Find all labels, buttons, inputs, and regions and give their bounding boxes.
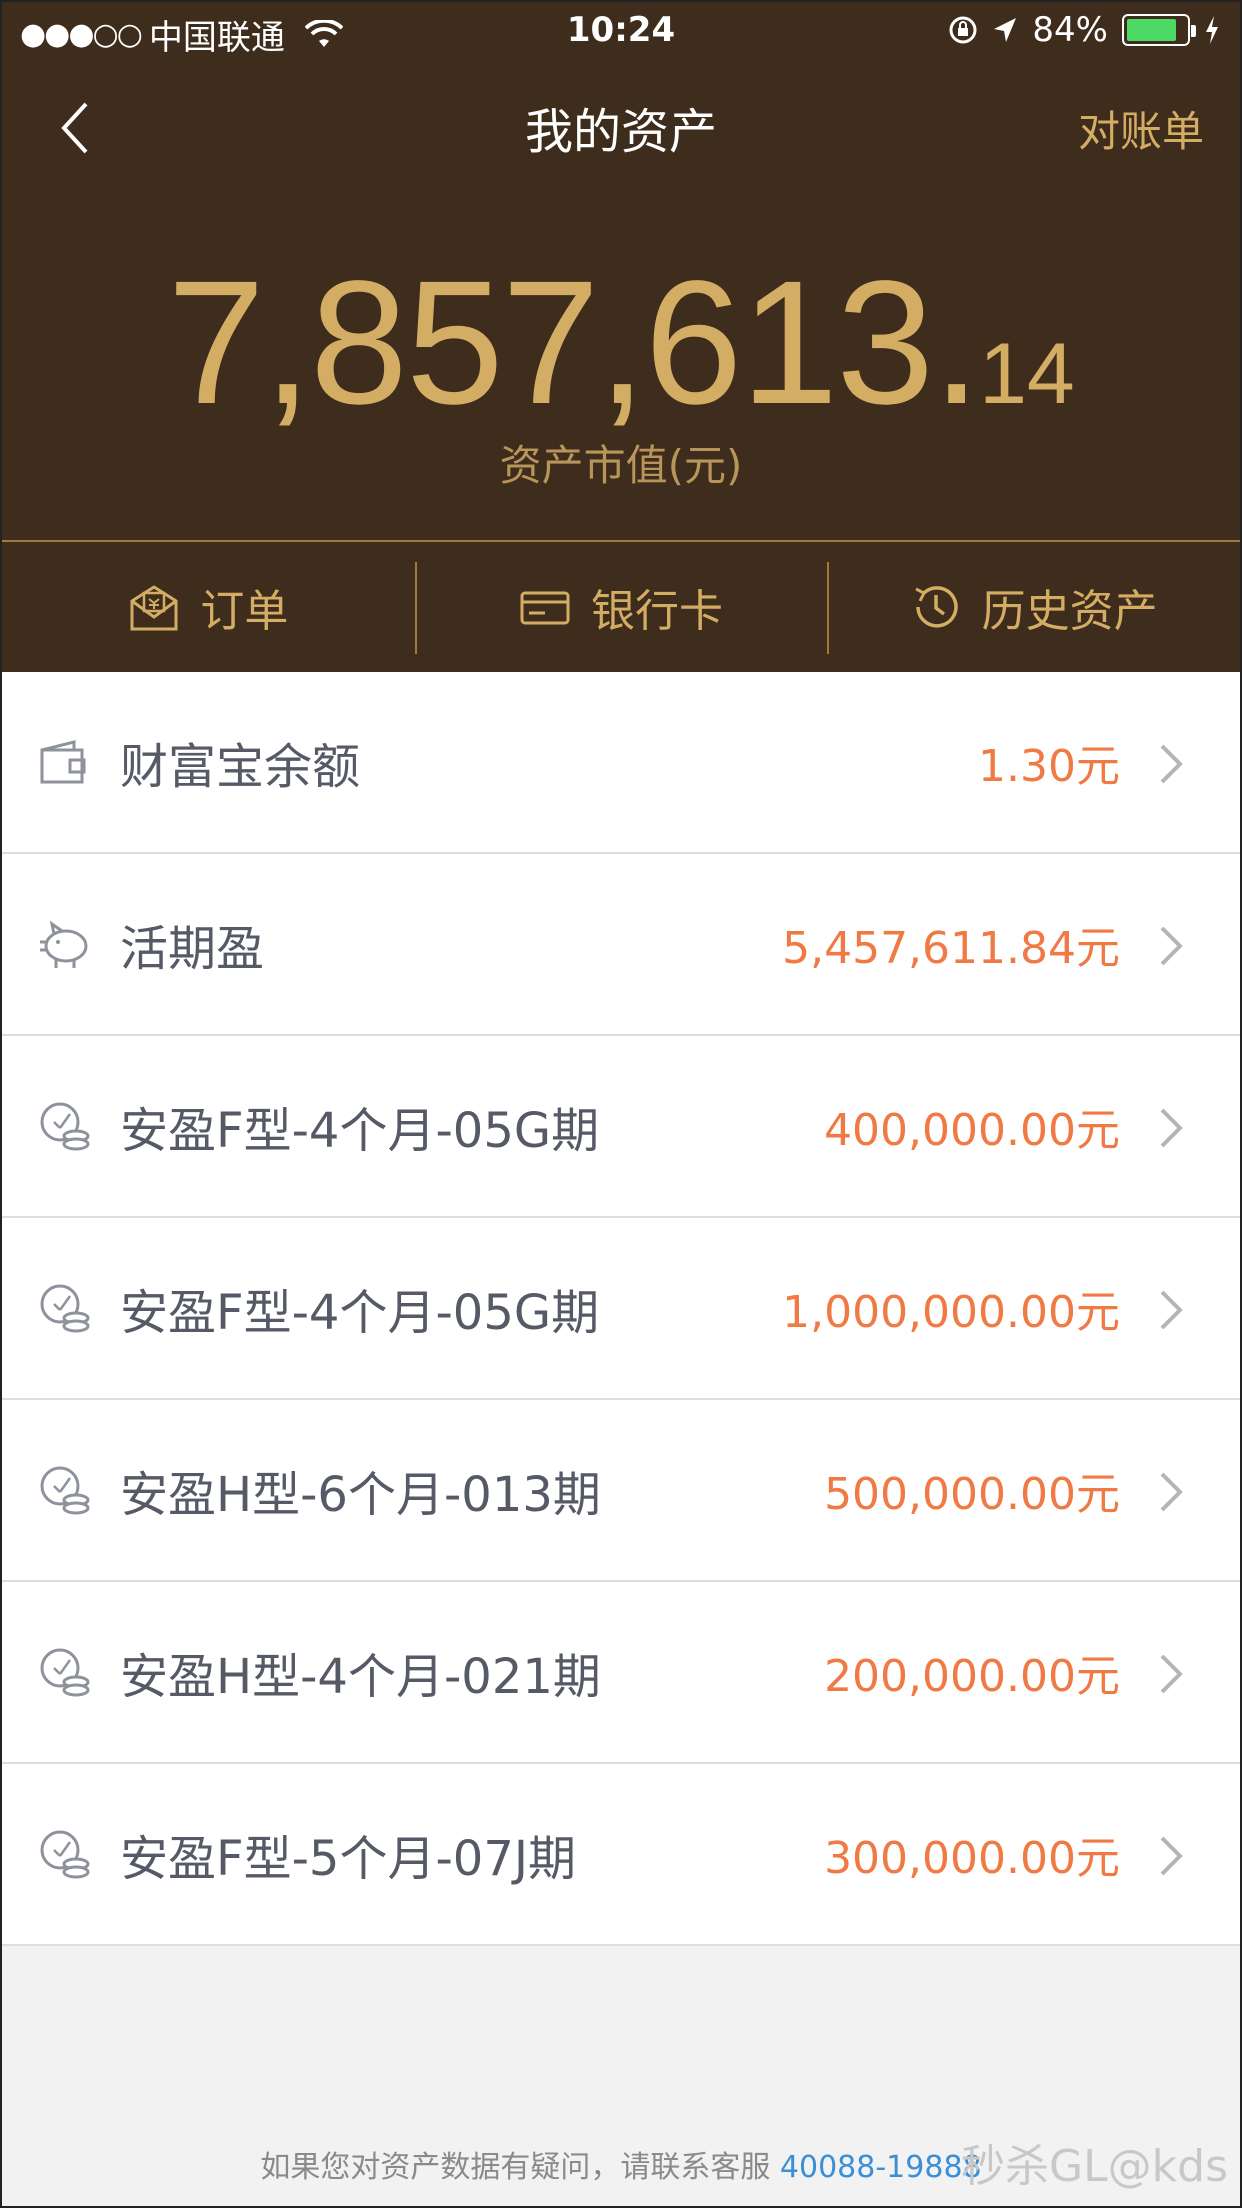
coin-stack-icon [40,1466,90,1515]
asset-name: 活期盈 [120,921,265,977]
page-title: 我的资产 [524,104,717,160]
back-chevron-icon[interactable] [56,98,116,158]
bank-card-icon [520,591,570,625]
asset-value: 1,000,000.00元 [782,1287,1120,1338]
total-assets-label: 资产市值(元) [499,441,743,490]
list-item[interactable]: 财富宝余额 1.30元 [2,672,1240,854]
chevron-right-icon [1160,744,1183,784]
list-item[interactable]: 安盈F型-4个月-05G期 400,000.00元 [2,1036,1240,1218]
total-amount-decimal: 14 [979,326,1075,422]
signal-strength: ●●●○○ [20,17,143,52]
status-left: ●●●○○ 中国联通 [20,10,343,59]
statement-button[interactable]: 对账单 [1078,98,1204,159]
footer-text: 如果您对资产数据有疑问，请联系客服 [260,2150,771,2185]
asset-value: 500,000.00元 [824,1469,1120,1520]
status-bar: ●●●○○ 中国联通 10:24 84% [2,2,1240,62]
quick-link-label: 订单 [200,586,289,637]
wallet-icon [40,740,86,784]
quick-link-history[interactable]: 历史资产 [827,542,1240,672]
list-item[interactable]: 安盈F型-5个月-07J期 300,000.00元 [2,1764,1240,1946]
battery-icon [1122,14,1196,46]
watermark: 秒杀GL@kds [961,2141,1228,2192]
quick-link-orders[interactable]: 订单 [2,542,415,672]
support-phone-link[interactable]: 40088-19888 [780,2150,982,2185]
list-item[interactable]: 活期盈 5,457,611.84元 [2,854,1240,1036]
total-assets-amount: 7,857,613.14 [2,242,1240,444]
asset-name: 安盈H型-6个月-013期 [120,1467,601,1523]
chevron-right-icon [1160,1654,1183,1694]
quick-links-bar: 订单 银行卡 历史资产 [2,540,1240,672]
quick-link-label: 银行卡 [591,586,723,637]
list-item[interactable]: 安盈F型-4个月-05G期 1,000,000.00元 [2,1218,1240,1400]
battery-fill [1127,19,1176,41]
coin-stack-icon [40,1830,90,1879]
total-amount-integer: 7,857,613. [167,245,981,441]
chevron-right-icon [1160,1290,1183,1330]
chevron-right-icon [1160,1472,1183,1512]
orientation-lock-icon [949,16,977,44]
asset-value: 400,000.00元 [824,1105,1120,1156]
history-clock-icon [915,586,958,628]
nav-bar: 我的资产 对账单 [2,72,1240,182]
battery-percent: 84% [1032,10,1108,50]
asset-value: 200,000.00元 [824,1651,1120,1702]
carrier-name: 中国联通 [148,18,285,58]
asset-value: 300,000.00元 [824,1833,1120,1884]
order-envelope-icon [130,585,178,631]
quick-link-label: 历史资产 [981,586,1158,637]
asset-name: 安盈F型-4个月-05G期 [120,1103,600,1159]
asset-value: 5,457,611.84元 [782,923,1120,974]
asset-header: ●●●○○ 中国联通 10:24 84% 我的资产 对账单 7,857,613.… [2,2,1240,672]
asset-name: 安盈F型-5个月-07J期 [120,1831,577,1887]
asset-name: 安盈H型-4个月-021期 [120,1649,601,1705]
location-arrow-icon [994,18,1017,42]
quick-link-bank-cards[interactable]: 银行卡 [414,542,828,672]
coin-stack-icon [40,1102,90,1151]
coin-stack-icon [40,1648,90,1697]
list-item[interactable]: 安盈H型-4个月-021期 200,000.00元 [2,1582,1240,1764]
chevron-right-icon [1160,1836,1183,1876]
asset-name: 财富宝余额 [120,739,361,795]
list-item[interactable]: 安盈H型-6个月-013期 500,000.00元 [2,1400,1240,1582]
chevron-right-icon [1160,926,1183,966]
status-right: 84% [948,10,1220,50]
coin-stack-icon [40,1284,90,1333]
wifi-icon [304,19,343,47]
charging-bolt-icon [1206,16,1218,44]
asset-value: 1.30元 [978,741,1120,792]
asset-list: 财富宝余额 1.30元 活期盈 5,457,611.84元 安盈F型-4个月-0… [2,672,1240,1946]
asset-name: 安盈F型-4个月-05G期 [120,1285,600,1341]
chevron-right-icon [1160,1108,1183,1148]
piggy-bank-icon [40,920,88,968]
